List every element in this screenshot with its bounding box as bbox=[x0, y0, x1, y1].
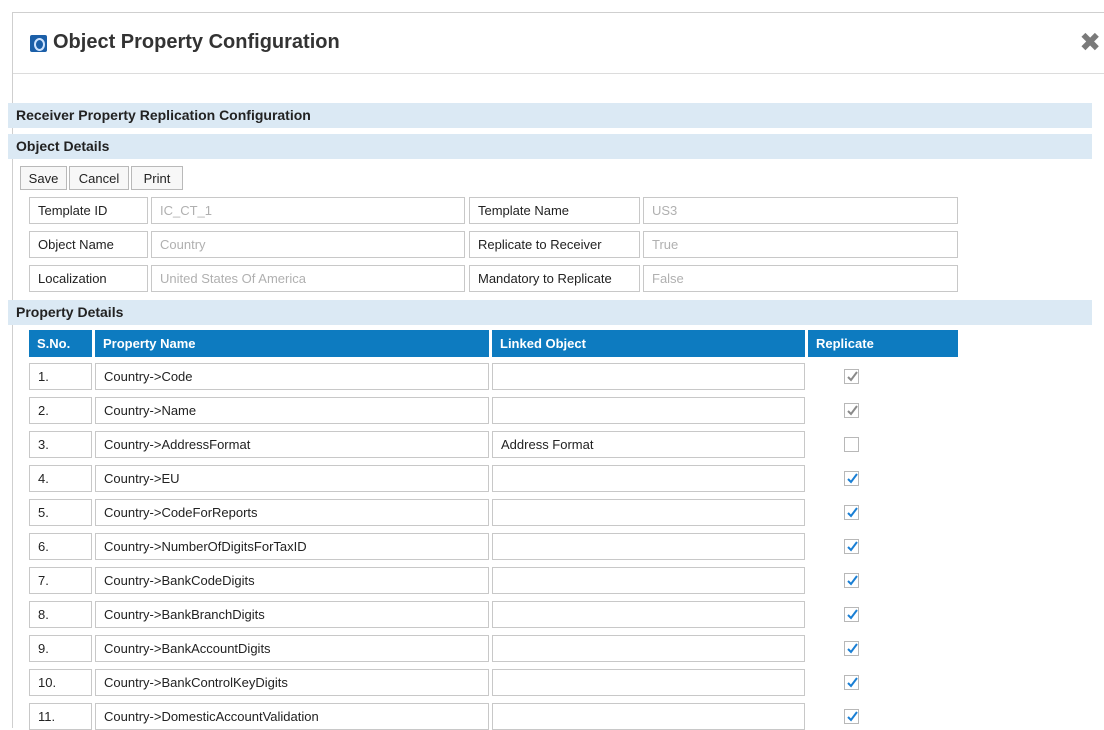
row-property-name-cell: Country->BankControlKeyDigits bbox=[95, 669, 489, 696]
row-sno-cell: 9. bbox=[29, 635, 92, 662]
row-linked-object-field[interactable] bbox=[492, 397, 805, 424]
row-linked-object-field[interactable] bbox=[492, 669, 805, 696]
replicate-checkbox[interactable] bbox=[844, 369, 859, 384]
row-property-name-cell: Country->AddressFormat bbox=[95, 431, 489, 458]
row-linked-object-field[interactable] bbox=[492, 703, 805, 730]
row-property-name-cell: Country->BankBranchDigits bbox=[95, 601, 489, 628]
row-sno-cell: 5. bbox=[29, 499, 92, 526]
column-header-sno: S.No. bbox=[29, 330, 92, 357]
replicate-to-receiver-label: Replicate to Receiver bbox=[469, 231, 640, 258]
template-id-field[interactable]: IC_CT_1 bbox=[151, 197, 465, 224]
replicate-checkbox[interactable] bbox=[844, 573, 859, 588]
mandatory-to-replicate-label: Mandatory to Replicate bbox=[469, 265, 640, 292]
row-linked-object-field[interactable] bbox=[492, 601, 805, 628]
template-id-label: Template ID bbox=[29, 197, 148, 224]
row-sno-cell: 2. bbox=[29, 397, 92, 424]
replicate-checkbox[interactable] bbox=[844, 403, 859, 418]
row-linked-object-field[interactable] bbox=[492, 465, 805, 492]
column-header-property-name: Property Name bbox=[95, 330, 489, 357]
toolbar: Save Cancel Print bbox=[20, 166, 185, 190]
row-property-name-cell: Country->EU bbox=[95, 465, 489, 492]
section-property-details-header: Property Details bbox=[8, 300, 1092, 325]
localization-label: Localization bbox=[29, 265, 148, 292]
row-property-name-cell: Country->DomesticAccountValidation bbox=[95, 703, 489, 730]
row-linked-object-field[interactable] bbox=[492, 533, 805, 560]
row-sno-cell: 7. bbox=[29, 567, 92, 594]
column-header-linked-object: Linked Object bbox=[492, 330, 805, 357]
row-linked-object-field[interactable] bbox=[492, 567, 805, 594]
row-property-name-cell: Country->Name bbox=[95, 397, 489, 424]
row-sno-cell: 1. bbox=[29, 363, 92, 390]
replicate-checkbox[interactable] bbox=[844, 641, 859, 656]
section-replication-header: Receiver Property Replication Configurat… bbox=[8, 103, 1092, 128]
close-icon[interactable]: ✖ bbox=[1079, 29, 1101, 55]
object-name-label: Object Name bbox=[29, 231, 148, 258]
print-button[interactable]: Print bbox=[131, 166, 183, 190]
cancel-button[interactable]: Cancel bbox=[69, 166, 129, 190]
row-sno-cell: 6. bbox=[29, 533, 92, 560]
replicate-checkbox[interactable] bbox=[844, 471, 859, 486]
row-property-name-cell: Country->Code bbox=[95, 363, 489, 390]
row-sno-cell: 8. bbox=[29, 601, 92, 628]
row-property-name-cell: Country->BankAccountDigits bbox=[95, 635, 489, 662]
replicate-checkbox[interactable] bbox=[844, 539, 859, 554]
checkmark-icon bbox=[847, 643, 858, 654]
replicate-checkbox[interactable] bbox=[844, 607, 859, 622]
replicate-checkbox[interactable] bbox=[844, 505, 859, 520]
row-linked-object-field[interactable] bbox=[492, 499, 805, 526]
section-object-details-header: Object Details bbox=[8, 134, 1092, 159]
replicate-checkbox[interactable] bbox=[844, 709, 859, 724]
row-linked-object-field[interactable] bbox=[492, 363, 805, 390]
checkmark-icon bbox=[847, 507, 858, 518]
row-linked-object-field[interactable] bbox=[492, 635, 805, 662]
replicate-checkbox[interactable] bbox=[844, 437, 859, 452]
row-sno-cell: 10. bbox=[29, 669, 92, 696]
template-name-label: Template Name bbox=[469, 197, 640, 224]
checkmark-icon bbox=[847, 677, 858, 688]
checkmark-icon bbox=[847, 609, 858, 620]
checkmark-icon bbox=[847, 575, 858, 586]
row-sno-cell: 3. bbox=[29, 431, 92, 458]
row-property-name-cell: Country->NumberOfDigitsForTaxID bbox=[95, 533, 489, 560]
row-sno-cell: 4. bbox=[29, 465, 92, 492]
checkmark-icon bbox=[847, 405, 858, 416]
checkmark-icon bbox=[847, 541, 858, 552]
replicate-checkbox[interactable] bbox=[844, 675, 859, 690]
row-linked-object-field[interactable]: Address Format bbox=[492, 431, 805, 458]
checkmark-icon bbox=[847, 371, 858, 382]
localization-field[interactable]: United States Of America bbox=[151, 265, 465, 292]
dialog-title: Object Property Configuration bbox=[53, 31, 340, 53]
row-property-name-cell: Country->CodeForReports bbox=[95, 499, 489, 526]
replicate-to-receiver-field[interactable]: True bbox=[643, 231, 958, 258]
dialog-titlebar: Object Property Configuration ✖ bbox=[13, 13, 1104, 74]
row-property-name-cell: Country->BankCodeDigits bbox=[95, 567, 489, 594]
mandatory-to-replicate-field[interactable]: False bbox=[643, 265, 958, 292]
save-button[interactable]: Save bbox=[20, 166, 67, 190]
column-header-replicate: Replicate bbox=[808, 330, 958, 357]
row-sno-cell: 11. bbox=[29, 703, 92, 730]
template-name-field[interactable]: US3 bbox=[643, 197, 958, 224]
app-logo-icon bbox=[30, 35, 47, 52]
object-name-field[interactable]: Country bbox=[151, 231, 465, 258]
checkmark-icon bbox=[847, 473, 858, 484]
checkmark-icon bbox=[847, 711, 858, 722]
